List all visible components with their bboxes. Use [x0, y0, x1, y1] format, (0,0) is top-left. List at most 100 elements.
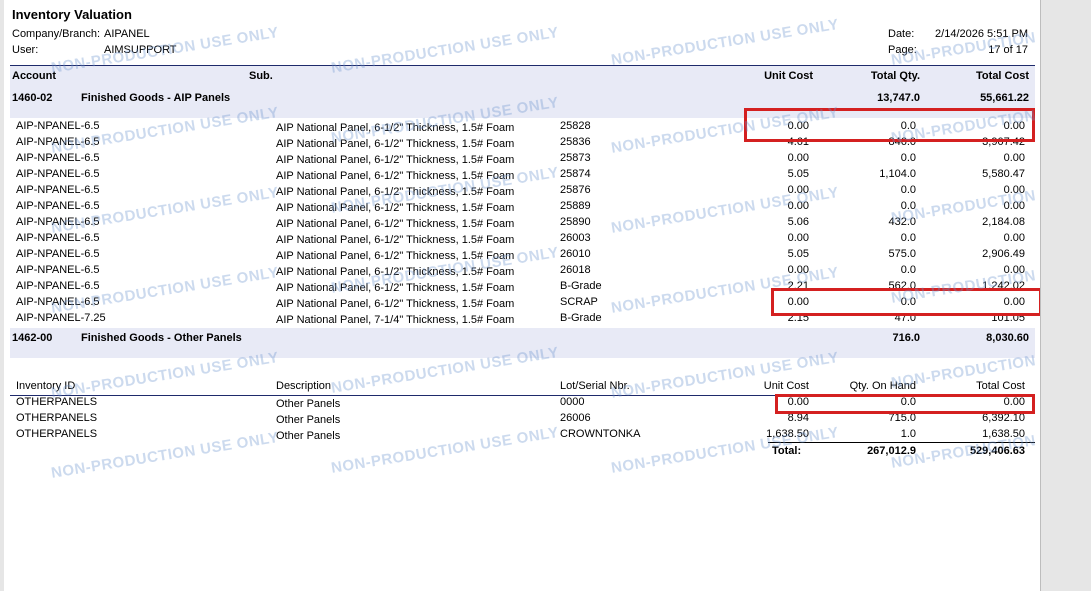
row-inventory-id: AIP-NPANEL-6.5 [16, 152, 100, 164]
col-total-cost-2: Total Cost [976, 380, 1025, 392]
watermark-text: NON-PRODUCTION USE ONLY [890, 16, 1041, 69]
row-unit-cost: 5.05 [787, 168, 809, 180]
grand-total-label: Total: [772, 445, 802, 457]
row-inventory-id: AIP-NPANEL-6.5 [16, 120, 100, 132]
row-total-cost: 2,906.49 [982, 248, 1025, 260]
table-row: AIP-NPANEL-6.5 AIP National Panel, 6-1/2"… [4, 232, 1040, 248]
row-inventory-id: AIP-NPANEL-6.5 [16, 232, 100, 244]
row-inventory-id: OTHERPANELS [16, 396, 98, 408]
col-description: Description [276, 380, 332, 392]
row-description: AIP National Panel, 6-1/2" Thickness, 1.… [276, 218, 515, 230]
row-qty: 1,104.0 [879, 168, 916, 180]
row-inventory-id: AIP-NPANEL-6.5 [16, 200, 100, 212]
col-account: Account [12, 70, 56, 82]
row-description: Other Panels [276, 414, 341, 426]
row-lot: CROWNTONKA [560, 428, 641, 440]
total-rule [768, 442, 1035, 443]
company-value: AIPANEL [104, 28, 150, 40]
row-unit-cost: 0.00 [787, 264, 809, 276]
row-inventory-id: OTHERPANELS [16, 412, 98, 424]
grand-total-qty: 267,012.9 [867, 445, 916, 457]
group-account: 1462-00 [12, 332, 53, 344]
row-inventory-id: AIP-NPANEL-6.5 [16, 280, 100, 292]
row-description: Other Panels [276, 398, 341, 410]
row-lot: 25873 [560, 152, 591, 164]
row-total-cost: 5,580.47 [982, 168, 1025, 180]
row-description: AIP National Panel, 6-1/2" Thickness, 1.… [276, 250, 515, 262]
row-total-cost: 0.00 [1003, 200, 1025, 212]
row-inventory-id: AIP-NPANEL-6.5 [16, 296, 100, 308]
row-unit-cost: 0.00 [787, 152, 809, 164]
user-value: AIMSUPPORT [104, 44, 177, 56]
row-inventory-id: AIP-NPANEL-6.5 [16, 216, 100, 228]
report-page: Inventory Valuation Company/Branch: AIPA… [4, 0, 1041, 591]
group-qty: 13,747.0 [877, 92, 920, 104]
row-description: AIP National Panel, 6-1/2" Thickness, 1.… [276, 186, 515, 198]
row-lot: 0000 [560, 396, 585, 408]
row-lot: 25876 [560, 184, 591, 196]
row-unit-cost: 0.00 [787, 232, 809, 244]
user-label: User: [12, 44, 39, 56]
column-header-band: Account Sub. Unit Cost Total Qty. Total … [10, 65, 1035, 89]
row-inventory-id: AIP-NPANEL-6.5 [16, 248, 100, 260]
table-row: AIP-NPANEL-6.5 AIP National Panel, 6-1/2"… [4, 168, 1040, 184]
date-label: Date: [888, 28, 915, 40]
row-description: AIP National Panel, 6-1/2" Thickness, 1.… [276, 202, 515, 214]
group-account: 1460-02 [12, 92, 53, 104]
row-description: AIP National Panel, 6-1/2" Thickness, 1.… [276, 234, 515, 246]
row-description: Other Panels [276, 430, 341, 442]
row-inventory-id: AIP-NPANEL-6.5 [16, 136, 100, 148]
row-qty: 1.0 [900, 428, 916, 440]
table-row: AIP-NPANEL-6.5 AIP National Panel, 6-1/2"… [4, 264, 1040, 280]
row-inventory-id: AIP-NPANEL-6.5 [16, 264, 100, 276]
row-inventory-id: OTHERPANELS [16, 428, 98, 440]
row-description: AIP National Panel, 7-1/4" Thickness, 1.… [276, 314, 515, 326]
row-lot: 25874 [560, 168, 591, 180]
row-qty: 0.0 [900, 200, 916, 212]
table-row: AIP-NPANEL-6.5 AIP National Panel, 6-1/2"… [4, 152, 1040, 168]
row-lot: 26018 [560, 264, 591, 276]
row-lot: 26003 [560, 232, 591, 244]
group-name: Finished Goods - AIP Panels [81, 92, 231, 104]
row-total-cost: 0.00 [1003, 152, 1025, 164]
row-unit-cost: 5.05 [787, 248, 809, 260]
row-lot: 26010 [560, 248, 591, 260]
page-value: 17 of 17 [988, 44, 1028, 56]
row-qty: 0.0 [900, 152, 916, 164]
viewer-background [1041, 0, 1091, 591]
row-description: AIP National Panel, 6-1/2" Thickness, 1.… [276, 266, 515, 278]
table-row: AIP-NPANEL-6.5 AIP National Panel, 6-1/2"… [4, 184, 1040, 200]
row-description: AIP National Panel, 6-1/2" Thickness, 1.… [276, 298, 515, 310]
col-total-qty: Total Qty. [870, 70, 920, 82]
row-description: AIP National Panel, 6-1/2" Thickness, 1.… [276, 122, 515, 134]
group-cost: 8,030.60 [986, 332, 1029, 344]
grand-total-cost: 529,406.63 [969, 445, 1025, 457]
row-description: AIP National Panel, 6-1/2" Thickness, 1.… [276, 170, 515, 182]
company-label: Company/Branch: [12, 28, 101, 40]
row-total-cost: 0.00 [1003, 184, 1025, 196]
row-total-cost: 2,184.08 [982, 216, 1025, 228]
row-unit-cost: 1,638.50 [766, 428, 809, 440]
row-qty: 0.0 [900, 184, 916, 196]
row-total-cost: 0.00 [1003, 232, 1025, 244]
row-inventory-id: AIP-NPANEL-7.25 [16, 312, 106, 324]
page-label: Page: [888, 44, 917, 56]
row-unit-cost: 5.06 [787, 216, 809, 228]
row-inventory-id: AIP-NPANEL-6.5 [16, 184, 100, 196]
row-unit-cost: 0.00 [787, 200, 809, 212]
row-qty: 0.0 [900, 232, 916, 244]
col-unit-cost: Unit Cost [764, 70, 813, 82]
col-unit-cost-2: Unit Cost [763, 380, 809, 392]
row-lot: 26006 [560, 412, 591, 424]
row-inventory-id: AIP-NPANEL-6.5 [16, 168, 100, 180]
highlight-box-25828 [744, 108, 1035, 142]
group-cost: 55,661.22 [980, 92, 1029, 104]
row-description: AIP National Panel, 6-1/2" Thickness, 1.… [276, 138, 515, 150]
highlight-box-0000 [775, 394, 1035, 414]
highlight-box-scrap [771, 288, 1040, 316]
row-lot: 25890 [560, 216, 591, 228]
table-row: AIP-NPANEL-6.5 AIP National Panel, 6-1/2"… [4, 200, 1040, 216]
row-unit-cost: 0.00 [787, 184, 809, 196]
col-lot-serial: Lot/Serial Nbr. [560, 380, 630, 392]
row-total-cost: 0.00 [1003, 264, 1025, 276]
